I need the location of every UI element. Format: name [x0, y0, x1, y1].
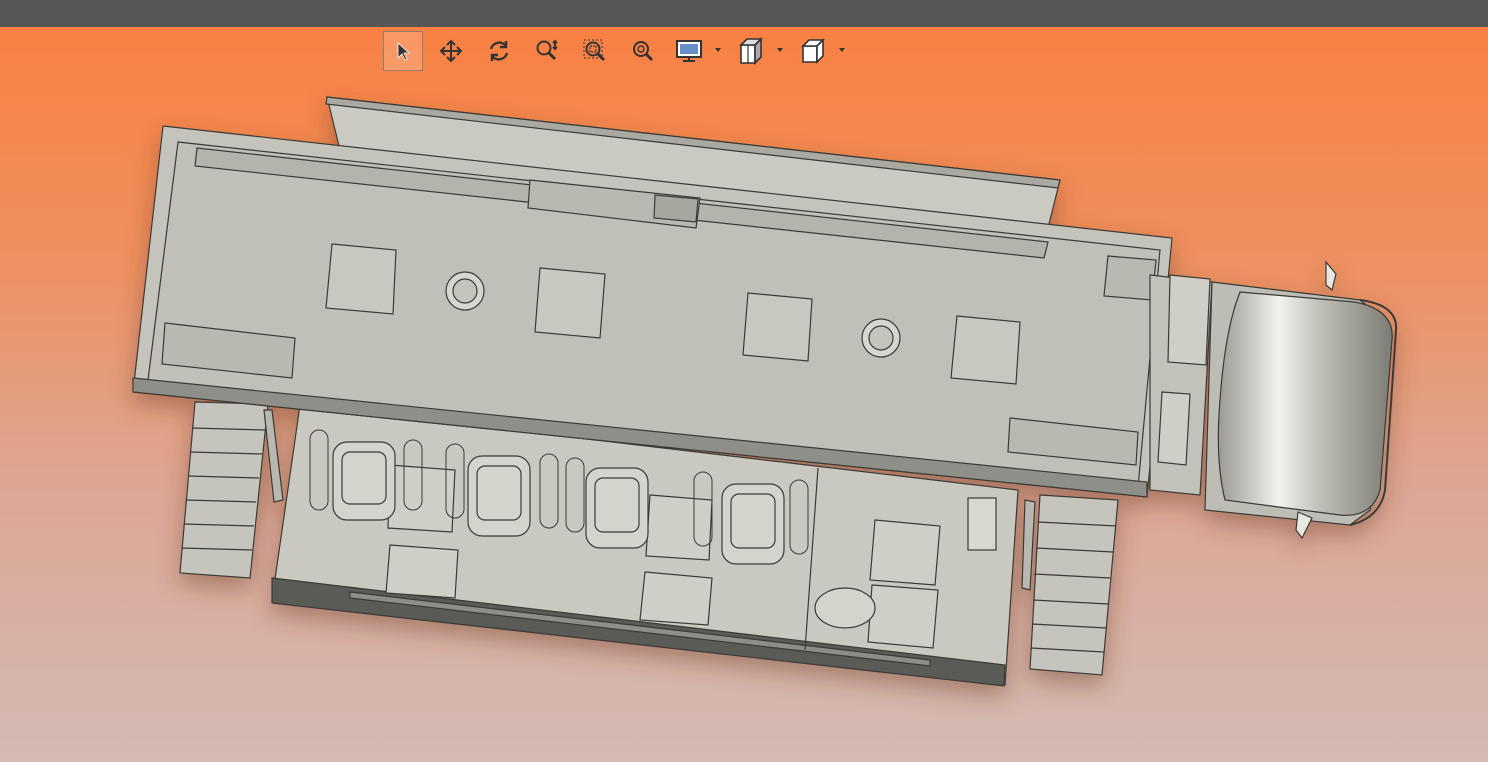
zoom-in-out-tool-button[interactable] — [527, 31, 567, 71]
rotate-tool-button[interactable] — [479, 31, 519, 71]
section-box-icon — [739, 37, 763, 65]
chevron-down-icon — [777, 48, 783, 52]
hitch — [1149, 274, 1213, 496]
move-arrows-icon — [439, 39, 463, 63]
chevron-down-icon — [839, 48, 845, 52]
zoom-in-out-icon — [536, 39, 558, 61]
monitor-icon — [676, 40, 702, 62]
view-orientation-menu-button[interactable] — [795, 31, 851, 71]
display-mode-menu-button[interactable] — [671, 31, 727, 71]
truck-model-3d[interactable] — [0, 27, 1488, 762]
section-view-menu-button[interactable] — [733, 31, 789, 71]
chevron-down-icon — [715, 48, 721, 52]
truck-cab — [1204, 260, 1398, 540]
rotate-icon — [489, 41, 509, 61]
cad-viewer-window — [0, 0, 1488, 762]
zoom-fit-tool-button[interactable] — [623, 31, 663, 71]
cursor-arrow-icon — [397, 42, 411, 61]
right-stairs — [1021, 494, 1119, 676]
zoom-window-tool-button[interactable] — [575, 31, 615, 71]
window-titlebar — [0, 0, 1488, 27]
select-tool-button[interactable] — [383, 31, 423, 71]
zoom-window-icon — [583, 39, 606, 62]
3d-viewport[interactable] — [0, 27, 1488, 762]
left-stairs — [179, 401, 284, 579]
cube-icon — [801, 38, 825, 64]
view-toolbar — [383, 31, 857, 71]
zoom-fit-icon — [633, 41, 654, 62]
pan-tool-button[interactable] — [431, 31, 471, 71]
